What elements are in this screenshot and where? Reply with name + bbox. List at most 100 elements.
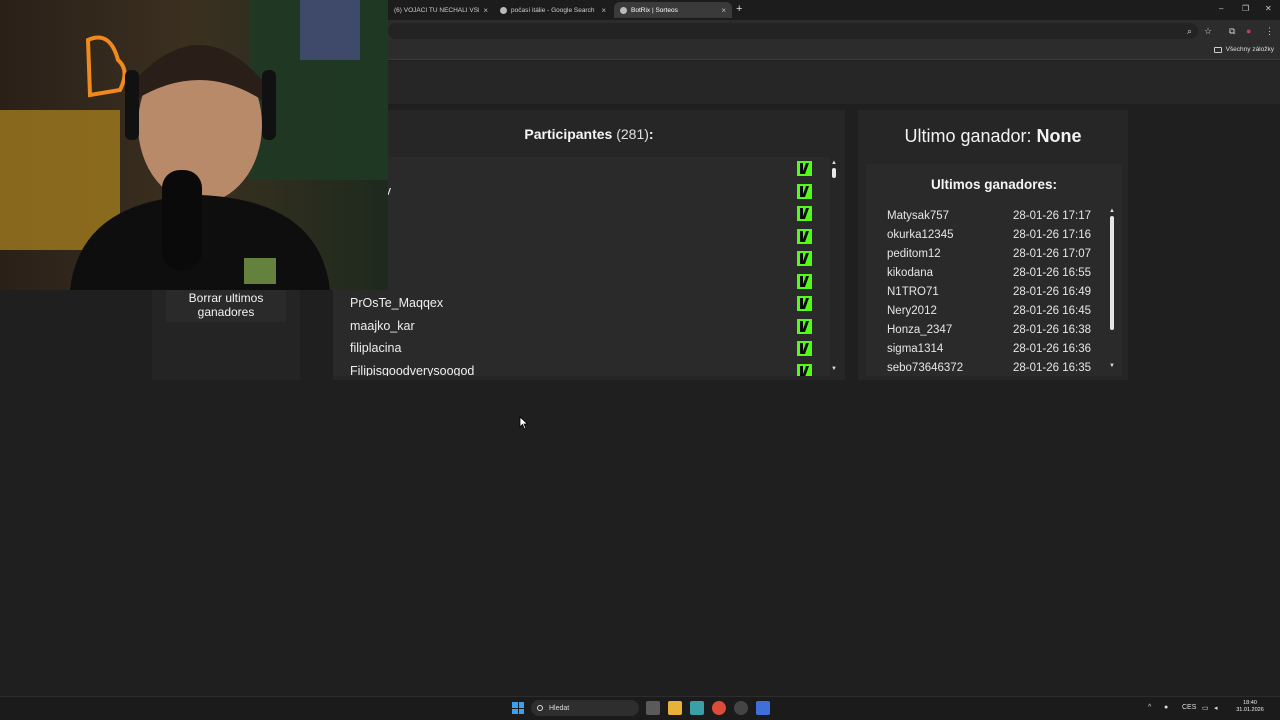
recent-winners-box: Ultimos ganadores: Matysak757 28-01-26 17…	[866, 164, 1122, 376]
participant-row: s_12	[333, 157, 830, 180]
participants-scrollbar[interactable]: ▲ ▼	[830, 160, 838, 375]
taskbar-search[interactable]: Hledat	[531, 700, 639, 716]
search-icon	[537, 705, 543, 711]
new-tab-icon[interactable]: +	[736, 3, 742, 15]
winner-name: N1TRO71	[887, 286, 939, 298]
zoom-icon[interactable]: ⌕	[1187, 26, 1192, 37]
webcam-overlay	[0, 0, 388, 290]
winner-name: Nery2012	[887, 305, 937, 317]
winner-row: Nery2012 28-01-26 16:45	[887, 305, 1097, 324]
participant-name: filiplacina	[350, 341, 402, 356]
participant-row: dd	[333, 225, 830, 248]
close-icon[interactable]: ×	[721, 6, 726, 15]
participants-panel: Participantes (281): s_12sviskov3ddskov0…	[333, 110, 845, 380]
restore-icon[interactable]: ❐	[1242, 4, 1249, 13]
last-winner-heading: Ultimo ganador: None	[858, 126, 1128, 147]
participants-list[interactable]: s_12sviskov3ddskov016 PrOsTe_Maqqexmaajko…	[333, 157, 830, 376]
winner-name: sigma1314	[887, 343, 944, 355]
volume-icon[interactable]: ◂	[1214, 704, 1218, 712]
kick-icon	[797, 183, 812, 199]
participants-colon: :	[648, 126, 654, 142]
participant-row: filiplacina	[333, 337, 830, 360]
winner-date: 28-01-26 16:55	[1013, 267, 1092, 279]
chrome-icon[interactable]	[712, 701, 726, 715]
network-icon[interactable]: ▭	[1202, 704, 1209, 712]
window-close-icon[interactable]: ✕	[1265, 4, 1272, 13]
winner-name: Honza_2347	[887, 324, 953, 336]
browser-tab-active[interactable]: BotRix | Sorteos ×	[614, 2, 732, 18]
all-bookmarks-button[interactable]: Všechny záložky	[1213, 46, 1274, 53]
store-icon[interactable]	[690, 701, 704, 715]
tab-title: BotRix | Sorteos	[631, 6, 678, 14]
winner-row: kikodana 28-01-26 16:55	[887, 267, 1097, 286]
mouse-cursor-icon	[519, 416, 529, 430]
scroll-up-icon[interactable]: ▲	[1109, 208, 1115, 214]
winner-name: peditom12	[887, 248, 941, 260]
participant-row: 3	[333, 202, 830, 225]
app-icon[interactable]	[734, 701, 748, 715]
close-icon[interactable]: ×	[483, 6, 488, 15]
star-icon[interactable]: ☆	[1204, 26, 1212, 37]
close-icon[interactable]: ×	[601, 6, 606, 15]
taskbar-search-placeholder: Hledat	[549, 704, 570, 712]
profile-icon[interactable]: ●	[1246, 26, 1251, 36]
kick-icon	[797, 228, 812, 244]
kick-icon	[797, 273, 812, 289]
winner-row: sebo73646372 28-01-26 16:35	[887, 362, 1097, 376]
scroll-down-icon[interactable]: ▼	[1109, 363, 1115, 369]
taskbar-clock[interactable]: 18:40 31.01.2026	[1230, 700, 1270, 714]
participant-name: PrOsTe_Maqqex	[350, 296, 444, 311]
winners-scrollbar[interactable]: ▲ ▼	[1108, 208, 1116, 373]
scroll-up-icon[interactable]: ▲	[831, 160, 837, 166]
participant-row: Filipisgoodverysoogod	[333, 360, 830, 376]
streamer-video	[0, 0, 388, 290]
winner-row: peditom12 28-01-26 17:07	[887, 248, 1097, 267]
minimize-icon[interactable]: –	[1219, 4, 1223, 13]
participant-row: sviskov	[333, 180, 830, 203]
windows-taskbar	[0, 696, 1280, 720]
windows-start-icon[interactable]	[512, 702, 524, 714]
scrollbar-thumb[interactable]	[832, 168, 836, 178]
browser-tab[interactable]: počasí itálie - Google Search ×	[494, 2, 612, 18]
clock-time: 18:40	[1243, 700, 1257, 706]
kick-icon	[797, 363, 812, 376]
tab-title: počasí itálie - Google Search	[511, 6, 595, 14]
bookmark-label: Všechny záložky	[1225, 46, 1274, 53]
kick-icon	[797, 296, 812, 311]
participant-row: maajko_kar	[333, 315, 830, 338]
address-bar[interactable]	[388, 23, 1198, 39]
winner-date: 28-01-26 16:35	[1013, 362, 1092, 374]
scroll-down-icon[interactable]: ▼	[831, 366, 837, 372]
winner-date: 28-01-26 17:17	[1013, 210, 1092, 222]
winner-name: sebo73646372	[887, 362, 964, 374]
microphone-icon[interactable]: ●	[1164, 704, 1168, 711]
participants-label: Participantes	[524, 126, 613, 142]
task-view-icon[interactable]	[646, 701, 660, 715]
winner-name: okurka12345	[887, 229, 954, 241]
participant-row: PrOsTe_Maqqex	[333, 292, 830, 315]
winner-date: 28-01-26 16:38	[1013, 324, 1092, 336]
language-indicator[interactable]: CES	[1182, 704, 1196, 711]
clear-winners-button[interactable]: Borrar ultimos ganadores	[166, 286, 286, 322]
menu-icon[interactable]: ⋮	[1265, 26, 1274, 37]
winner-date: 28-01-26 17:07	[1013, 248, 1092, 260]
recent-winners-list[interactable]: Matysak757 28-01-26 17:17 okurka12345 28-01…	[887, 210, 1097, 376]
kick-icon	[797, 161, 812, 176]
extensions-icon[interactable]: ⧉	[1229, 26, 1235, 37]
participants-title: Participantes (281):	[333, 126, 845, 142]
last-winner-value: None	[1036, 126, 1082, 146]
winner-name: kikodana	[887, 267, 934, 279]
winner-row: sigma1314 28-01-26 16:36	[887, 343, 1097, 362]
winner-date: 28-01-26 16:49	[1013, 286, 1092, 298]
browser-tab[interactable]: (6) VOJÁCI TU NECHALI VŠECHNO ×	[388, 2, 494, 18]
file-explorer-icon[interactable]	[668, 701, 682, 715]
google-icon	[500, 6, 507, 14]
winner-row: Matysak757 28-01-26 17:17	[887, 210, 1097, 229]
winner-row: N1TRO71 28-01-26 16:49	[887, 286, 1097, 305]
participants-count: (281)	[616, 126, 649, 142]
scrollbar-thumb[interactable]	[1110, 216, 1114, 330]
participant-row: 016	[333, 270, 830, 293]
app-icon[interactable]	[756, 701, 770, 715]
tray-chevron-icon[interactable]: ^	[1148, 704, 1151, 711]
winner-row: Honza_2347 28-01-26 16:38	[887, 324, 1097, 343]
